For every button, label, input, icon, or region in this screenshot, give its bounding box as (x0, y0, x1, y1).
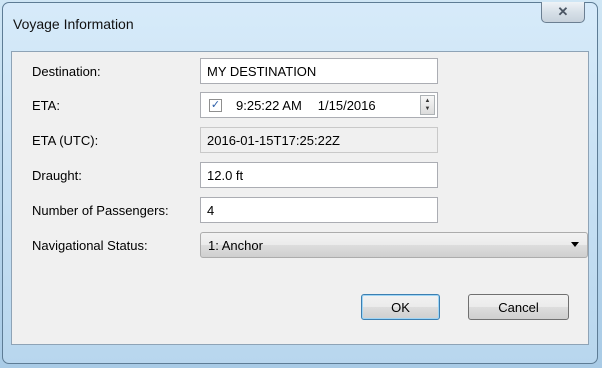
eta-spinner[interactable]: ▲ ▼ (420, 95, 435, 115)
nav-status-label: Navigational Status: (32, 238, 148, 253)
eta-enabled-checkbox[interactable]: ✓ (209, 98, 222, 112)
ok-button[interactable]: OK (361, 294, 440, 320)
eta-date-value[interactable]: 1/15/2016 (318, 98, 376, 113)
draught-input[interactable]: 12.0 ft (200, 162, 438, 188)
close-icon: ✕ (557, 4, 569, 19)
eta-time-value[interactable]: 9:25:22 AM (236, 98, 302, 113)
title-bar[interactable]: Voyage Information ✕ (3, 2, 597, 37)
spin-up-icon[interactable]: ▲ (425, 97, 431, 105)
window-title: Voyage Information (13, 16, 134, 32)
eta-label: ETA: (32, 98, 60, 113)
eta-datetime-picker[interactable]: ✓ 9:25:22 AM 1/15/2016 ▲ ▼ (200, 92, 438, 118)
chevron-down-icon[interactable] (571, 242, 579, 247)
destination-label: Destination: (32, 64, 101, 79)
nav-status-value: 1: Anchor (208, 237, 263, 253)
eta-utc-field: 2016-01-15T17:25:22Z (200, 127, 438, 153)
eta-utc-label: ETA (UTC): (32, 133, 99, 148)
dialog-content: Destination: MY DESTINATION ETA: ✓ 9:25:… (11, 51, 589, 345)
passengers-input[interactable]: 4 (200, 197, 438, 223)
draught-label: Draught: (32, 168, 82, 183)
close-button[interactable]: ✕ (541, 2, 585, 23)
destination-input[interactable]: MY DESTINATION (200, 58, 438, 84)
spin-down-icon[interactable]: ▼ (425, 105, 431, 113)
cancel-button[interactable]: Cancel (468, 294, 569, 320)
dialog-window: Voyage Information ✕ Destination: MY DES… (2, 2, 598, 364)
passengers-label: Number of Passengers: (32, 203, 169, 218)
check-icon: ✓ (210, 98, 221, 111)
nav-status-select[interactable]: 1: Anchor (200, 232, 588, 258)
